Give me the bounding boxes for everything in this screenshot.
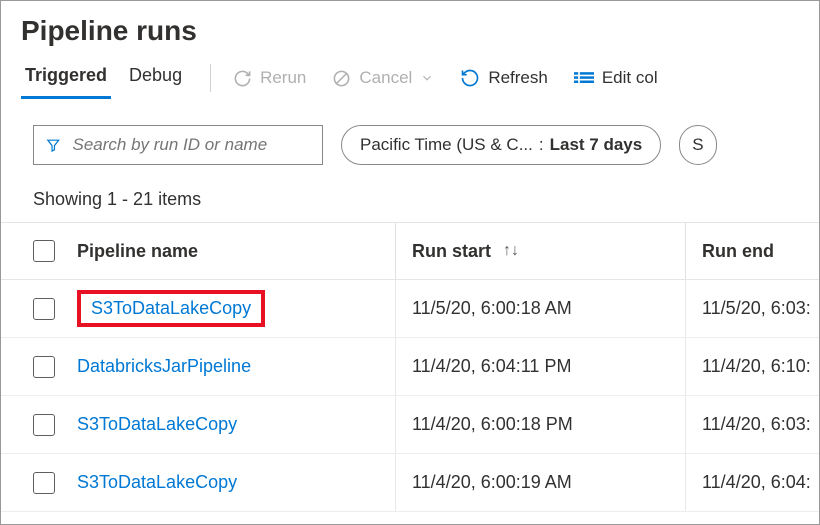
run-start-cell: 11/5/20, 6:00:18 AM xyxy=(395,280,685,337)
tab-triggered[interactable]: Triggered xyxy=(21,57,111,99)
extra-filter-label: S xyxy=(692,135,703,155)
pipeline-name-cell: S3ToDataLakeCopy xyxy=(77,290,395,327)
rerun-label: Rerun xyxy=(260,68,306,88)
pipeline-link[interactable]: DatabricksJarPipeline xyxy=(77,356,251,377)
edit-columns-button[interactable]: Edit col xyxy=(574,68,658,88)
table-row: DatabricksJarPipeline 11/4/20, 6:04:11 PM… xyxy=(1,338,819,396)
header-run-start-label: Run start xyxy=(412,241,491,262)
pipeline-link[interactable]: S3ToDataLakeCopy xyxy=(77,414,237,435)
refresh-icon xyxy=(460,68,480,88)
search-input[interactable] xyxy=(71,134,311,156)
header-run-end[interactable]: Run end xyxy=(685,223,819,279)
filter-icon xyxy=(46,137,61,153)
row-checkbox-cell xyxy=(33,298,77,320)
showing-count: Showing 1 - 21 items xyxy=(1,173,819,222)
row-checkbox-cell xyxy=(33,472,77,494)
refresh-button[interactable]: Refresh xyxy=(460,68,548,88)
run-end-cell: 11/4/20, 6:10: xyxy=(685,338,819,395)
rerun-button: Rerun xyxy=(233,68,306,88)
row-checkbox[interactable] xyxy=(33,472,55,494)
time-range-filter[interactable]: Pacific Time (US & C... : Last 7 days xyxy=(341,125,661,165)
pipeline-name-cell: S3ToDataLakeCopy xyxy=(77,472,395,493)
toolbar: Triggered Debug Rerun Cancel Refresh Edi… xyxy=(1,57,819,107)
sort-icon: ↑↓ xyxy=(503,242,519,260)
pipeline-link[interactable]: S3ToDataLakeCopy xyxy=(77,290,265,327)
refresh-label: Refresh xyxy=(488,68,548,88)
table-row: S3ToDataLakeCopy 11/5/20, 6:00:18 AM11/5/… xyxy=(1,280,819,338)
header-run-start[interactable]: Run start ↑↓ xyxy=(395,223,685,279)
run-start-cell: 11/4/20, 6:04:11 PM xyxy=(395,338,685,395)
rerun-icon xyxy=(233,69,252,88)
filter-separator: : xyxy=(539,135,544,155)
table-row: S3ToDataLakeCopy 11/4/20, 6:00:18 PM11/4/… xyxy=(1,396,819,454)
divider xyxy=(210,64,211,92)
row-checkbox-cell xyxy=(33,414,77,436)
extra-filter[interactable]: S xyxy=(679,125,716,165)
table-row: S3ToDataLakeCopy 11/4/20, 6:00:19 AM11/4/… xyxy=(1,454,819,512)
timezone-label: Pacific Time (US & C... xyxy=(360,135,533,155)
columns-icon xyxy=(574,71,594,85)
cancel-label: Cancel xyxy=(359,68,412,88)
runs-table: Pipeline name Run start ↑↓ Run end S3ToD… xyxy=(1,222,819,512)
pipeline-link[interactable]: S3ToDataLakeCopy xyxy=(77,472,237,493)
run-end-cell: 11/4/20, 6:04: xyxy=(685,454,819,511)
search-input-wrapper[interactable] xyxy=(33,125,323,165)
cancel-button: Cancel xyxy=(332,68,434,88)
header-pipeline-name[interactable]: Pipeline name xyxy=(77,241,395,262)
row-checkbox[interactable] xyxy=(33,298,55,320)
tool-group: Rerun Cancel Refresh Edit col xyxy=(233,68,658,88)
select-all-checkbox[interactable] xyxy=(33,240,55,262)
row-checkbox-cell xyxy=(33,356,77,378)
page-title: Pipeline runs xyxy=(1,1,819,57)
row-checkbox[interactable] xyxy=(33,356,55,378)
run-start-cell: 11/4/20, 6:00:19 AM xyxy=(395,454,685,511)
cancel-icon xyxy=(332,69,351,88)
header-checkbox-cell xyxy=(33,240,77,262)
run-end-cell: 11/4/20, 6:03: xyxy=(685,396,819,453)
pipeline-name-cell: DatabricksJarPipeline xyxy=(77,356,395,377)
edit-columns-label: Edit col xyxy=(602,68,658,88)
run-end-cell: 11/5/20, 6:03: xyxy=(685,280,819,337)
chevron-down-icon xyxy=(420,71,434,85)
row-checkbox[interactable] xyxy=(33,414,55,436)
pipeline-name-cell: S3ToDataLakeCopy xyxy=(77,414,395,435)
tabs: Triggered Debug xyxy=(21,57,186,99)
table-header: Pipeline name Run start ↑↓ Run end xyxy=(1,222,819,280)
filters: Pacific Time (US & C... : Last 7 days S xyxy=(1,107,819,173)
run-start-cell: 11/4/20, 6:00:18 PM xyxy=(395,396,685,453)
range-label: Last 7 days xyxy=(550,135,643,155)
tab-debug[interactable]: Debug xyxy=(125,57,186,99)
